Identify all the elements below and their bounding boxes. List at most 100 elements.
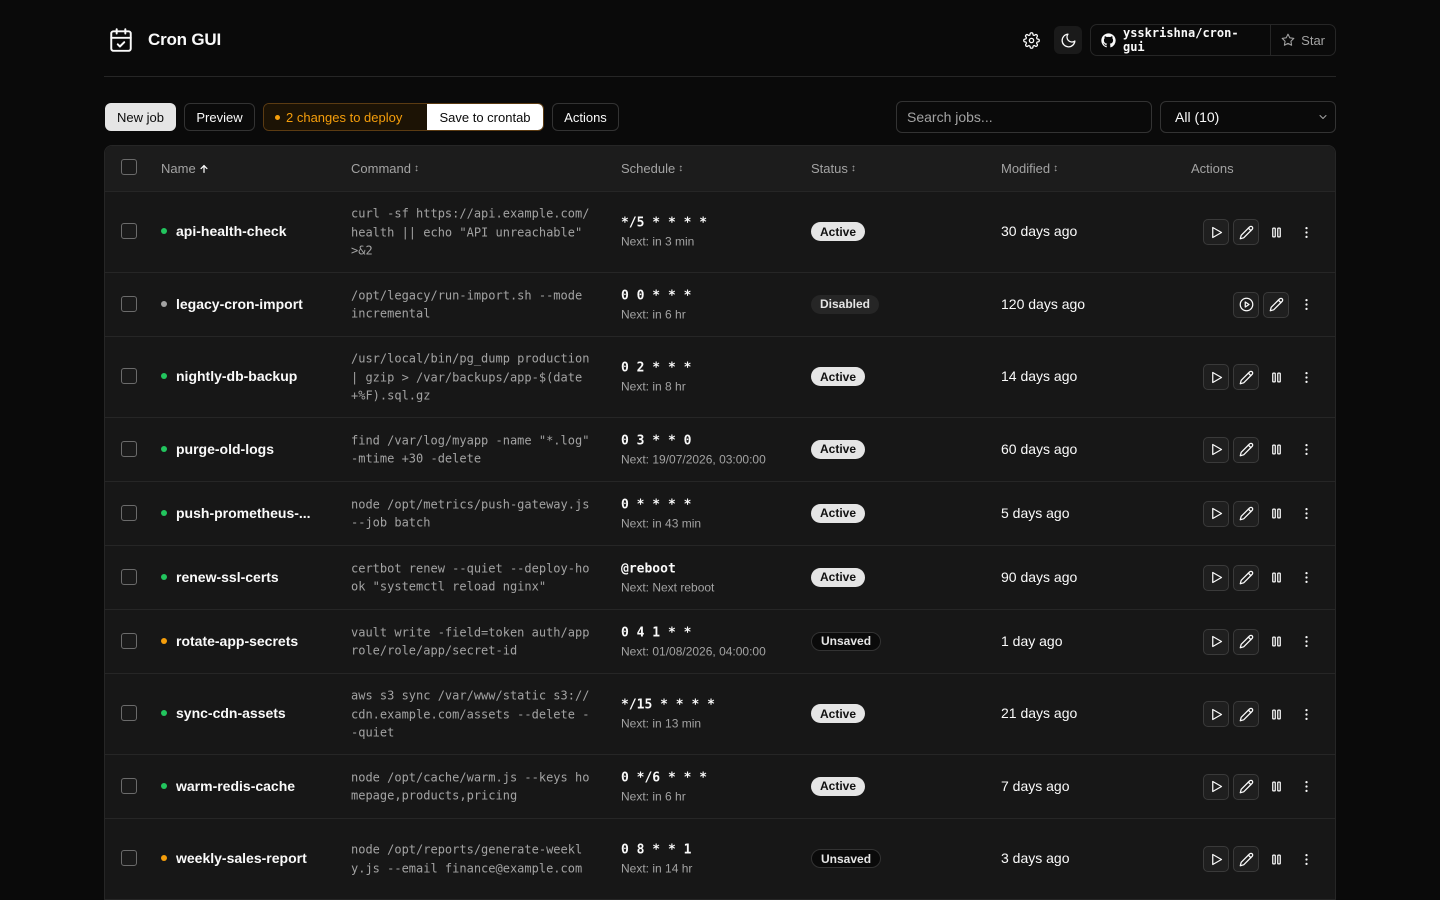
more-actions-button[interactable]: [1293, 629, 1319, 655]
column-header-name[interactable]: Name: [161, 161, 209, 176]
row-actions: [1203, 219, 1319, 245]
pause-job-button[interactable]: [1263, 565, 1289, 591]
edit-job-button[interactable]: [1233, 500, 1259, 527]
new-job-button[interactable]: New job: [105, 103, 176, 131]
edit-job-button[interactable]: [1233, 846, 1259, 872]
job-schedule-cell: 0 * * * * Next: in 43 min: [621, 497, 701, 530]
more-actions-button[interactable]: [1293, 292, 1319, 318]
row-checkbox[interactable]: [121, 568, 137, 585]
pencil-icon: [1239, 570, 1253, 585]
more-actions-button[interactable]: [1293, 437, 1319, 463]
more-actions-button[interactable]: [1293, 846, 1319, 872]
column-header-modified[interactable]: Modified ↕: [1001, 161, 1058, 176]
column-header-schedule[interactable]: Schedule ↕: [621, 161, 683, 176]
job-name: weekly-sales-report: [176, 850, 307, 866]
pause-job-button[interactable]: [1263, 774, 1289, 800]
column-header-status[interactable]: Status ↕: [811, 161, 856, 176]
edit-job-button[interactable]: [1233, 701, 1259, 727]
next-run: Next: in 14 hr: [621, 861, 693, 876]
github-repo-link[interactable]: ysskrishna/cron-gui: [1091, 25, 1272, 55]
edit-job-button[interactable]: [1233, 219, 1259, 245]
cron-expression: 0 */6 * * *: [621, 770, 708, 785]
run-job-button[interactable]: [1203, 773, 1229, 800]
job-name-cell: renew-ssl-certs: [161, 569, 279, 585]
preview-button[interactable]: Preview: [184, 103, 255, 131]
edit-job-button[interactable]: [1233, 436, 1259, 463]
modified-time: 3 days ago: [1001, 850, 1070, 866]
search-input[interactable]: [896, 101, 1152, 133]
run-job-button[interactable]: [1203, 219, 1229, 245]
run-job-button[interactable]: [1203, 846, 1229, 872]
row-checkbox[interactable]: [121, 632, 137, 649]
run-job-button[interactable]: [1203, 628, 1229, 655]
row-checkbox[interactable]: [121, 777, 137, 794]
column-label: Status: [811, 161, 848, 176]
save-to-crontab-button[interactable]: Save to crontab: [427, 104, 543, 130]
more-actions-button[interactable]: [1293, 501, 1319, 527]
more-actions-button[interactable]: [1293, 364, 1319, 390]
sort-icon: ↕: [678, 163, 684, 174]
more-actions-button[interactable]: [1293, 565, 1319, 591]
edit-job-button[interactable]: [1233, 628, 1259, 655]
run-job-button[interactable]: [1203, 564, 1229, 591]
edit-job-button[interactable]: [1233, 564, 1259, 591]
pencil-icon: [1239, 442, 1253, 457]
row-checkbox[interactable]: [121, 705, 137, 721]
pause-job-button[interactable]: [1263, 219, 1289, 245]
column-label: Schedule: [621, 161, 676, 176]
status-filter-value: All (10): [1175, 109, 1220, 125]
table-row[interactable]: purge-old-logs find /var/log/myapp -name …: [105, 418, 1335, 482]
pause-icon: [1271, 854, 1281, 864]
job-schedule-cell: 0 4 1 * * Next: 01/08/2026, 04:00:00: [621, 625, 766, 658]
pause-job-button[interactable]: [1263, 701, 1289, 727]
row-checkbox[interactable]: [121, 504, 137, 521]
row-checkbox[interactable]: [121, 295, 137, 312]
edit-job-button[interactable]: [1263, 291, 1289, 318]
sort-icon: ↕: [1053, 163, 1059, 174]
table-row[interactable]: renew-ssl-certs certbot renew --quiet --d…: [105, 546, 1335, 610]
table-row[interactable]: legacy-cron-import/opt/legacy/run-import…: [105, 273, 1335, 337]
job-schedule-cell: 0 */6 * * * Next: in 6 hr: [621, 770, 707, 803]
run-job-button[interactable]: [1203, 364, 1229, 390]
table-row[interactable]: api-health-check curl -sf https://api.exa…: [105, 192, 1335, 273]
more-actions-button[interactable]: [1293, 701, 1319, 727]
star-button[interactable]: Star: [1271, 25, 1335, 55]
table-row[interactable]: weekly-sales-report node /opt/reports/gen…: [105, 819, 1335, 900]
cron-expression: 0 * * * *: [621, 497, 692, 512]
more-actions-button[interactable]: [1293, 219, 1319, 245]
pause-job-button[interactable]: [1263, 501, 1289, 527]
edit-job-button[interactable]: [1233, 364, 1259, 390]
row-checkbox[interactable]: [121, 440, 137, 457]
more-actions-button[interactable]: [1293, 774, 1319, 800]
actions-menu-button[interactable]: Actions: [552, 103, 619, 131]
job-name-cell: purge-old-logs: [161, 441, 274, 457]
table-row[interactable]: rotate-app-secrets vault write -field=tok…: [105, 610, 1335, 674]
settings-button[interactable]: [1017, 26, 1045, 54]
pause-job-button[interactable]: [1263, 364, 1289, 390]
cron-expression: */5 * * * *: [621, 215, 708, 231]
table-row[interactable]: push-prometheus-... node /opt/metrics/pus…: [105, 482, 1335, 546]
theme-toggle-button[interactable]: [1054, 26, 1082, 54]
pause-job-button[interactable]: [1263, 629, 1289, 655]
run-job-button[interactable]: [1203, 500, 1229, 527]
run-job-button[interactable]: [1203, 436, 1229, 463]
run-job-button[interactable]: [1203, 701, 1229, 727]
enable-job-button[interactable]: [1233, 291, 1259, 318]
edit-job-button[interactable]: [1233, 773, 1259, 800]
pencil-icon: [1239, 634, 1253, 649]
status-dot-icon: [161, 228, 167, 234]
select-all-checkbox[interactable]: [121, 159, 137, 175]
row-checkbox[interactable]: [121, 368, 137, 384]
row-checkbox[interactable]: [121, 850, 137, 866]
table-row[interactable]: nightly-db-backup/usr/local/bin/pg_dump …: [105, 337, 1335, 418]
next-run: Next: in 43 min: [621, 516, 702, 530]
table-row[interactable]: sync-cdn-assets aws s3 sync /var/www/stat…: [105, 674, 1335, 755]
status-filter-select[interactable]: All (10): [1160, 101, 1336, 133]
more-vertical-icon: [1304, 508, 1308, 519]
job-name: renew-ssl-certs: [176, 568, 279, 585]
pause-job-button[interactable]: [1263, 437, 1289, 463]
column-header-command[interactable]: Command ↕: [351, 161, 419, 176]
row-checkbox[interactable]: [121, 223, 137, 239]
table-row[interactable]: warm-redis-cache node /opt/cache/warm.js …: [105, 755, 1335, 819]
pause-job-button[interactable]: [1263, 846, 1289, 872]
